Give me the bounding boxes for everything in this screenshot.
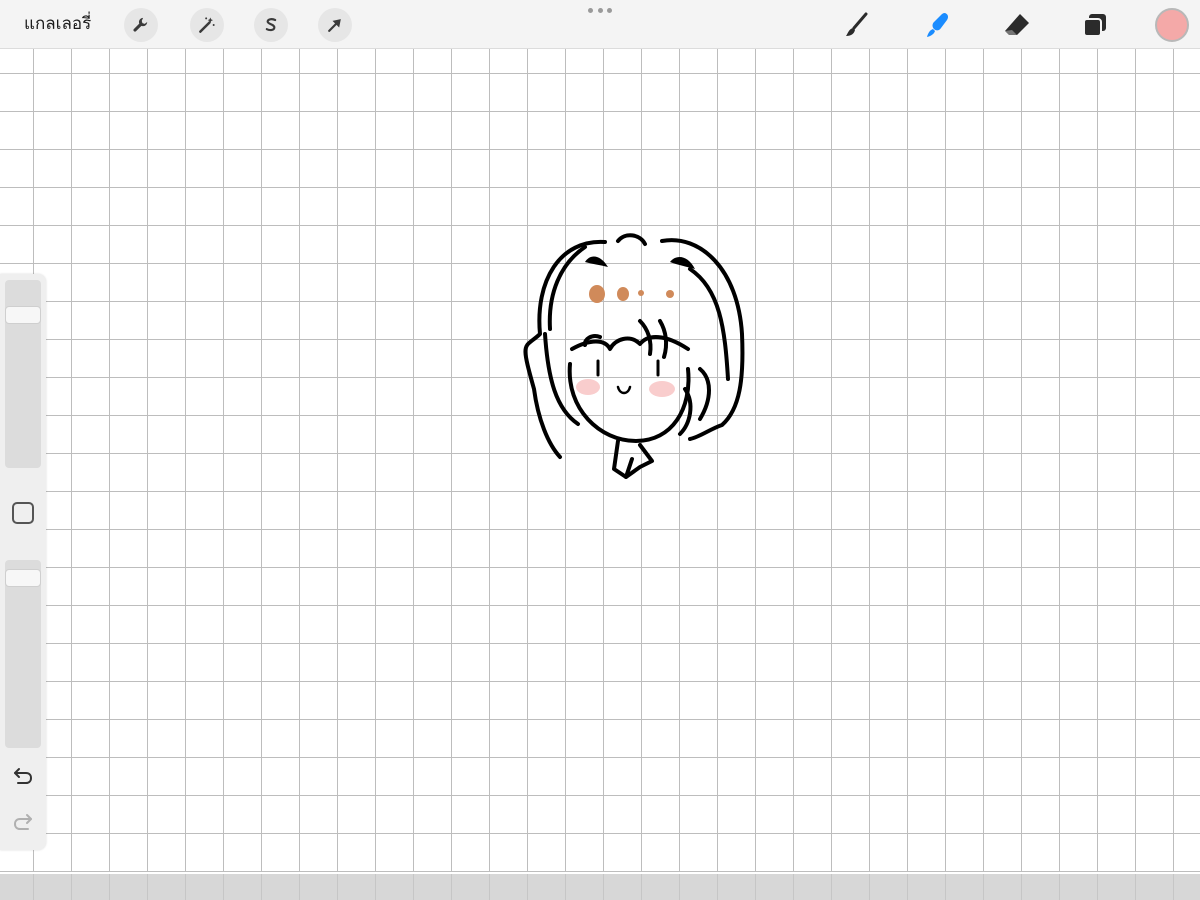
redo-button[interactable] — [11, 810, 35, 834]
left-sidebar — [0, 274, 46, 850]
gallery-button[interactable]: แกลเลอรี่ — [24, 12, 91, 36]
layers-button[interactable] — [1078, 8, 1112, 42]
eraser-tool-button[interactable] — [1000, 8, 1034, 42]
undo-button[interactable] — [11, 764, 35, 788]
transform-button[interactable] — [318, 8, 352, 42]
selection-button[interactable] — [254, 8, 288, 42]
adjustments-button[interactable] — [190, 8, 224, 42]
brush-icon — [846, 12, 868, 36]
magic-wand-icon — [199, 17, 215, 33]
redo-icon — [13, 814, 32, 830]
bottom-strip — [0, 874, 1200, 900]
brush-size-thumb[interactable] — [5, 305, 41, 324]
actions-button[interactable] — [124, 8, 158, 42]
sketch-drawing — [523, 233, 745, 479]
arrow-cursor-icon — [328, 19, 341, 32]
modify-button[interactable] — [12, 502, 34, 524]
drawing-canvas[interactable] — [0, 49, 1200, 872]
wrench-icon — [133, 17, 148, 32]
undo-icon — [14, 768, 33, 784]
toolbar-grabber[interactable] — [588, 6, 612, 14]
top-toolbar: แกลเลอรี่ — [0, 0, 1200, 49]
smudge-tool-button[interactable] — [921, 8, 955, 42]
brush-tool-button[interactable] — [840, 8, 874, 42]
color-swatch[interactable] — [1155, 8, 1189, 42]
opacity-slider[interactable] — [5, 560, 41, 748]
layers-icon — [1083, 14, 1106, 37]
opacity-thumb[interactable] — [5, 568, 41, 587]
eraser-icon — [1005, 14, 1029, 35]
smudge-finger-icon — [927, 13, 949, 37]
selection-s-icon — [265, 18, 277, 32]
